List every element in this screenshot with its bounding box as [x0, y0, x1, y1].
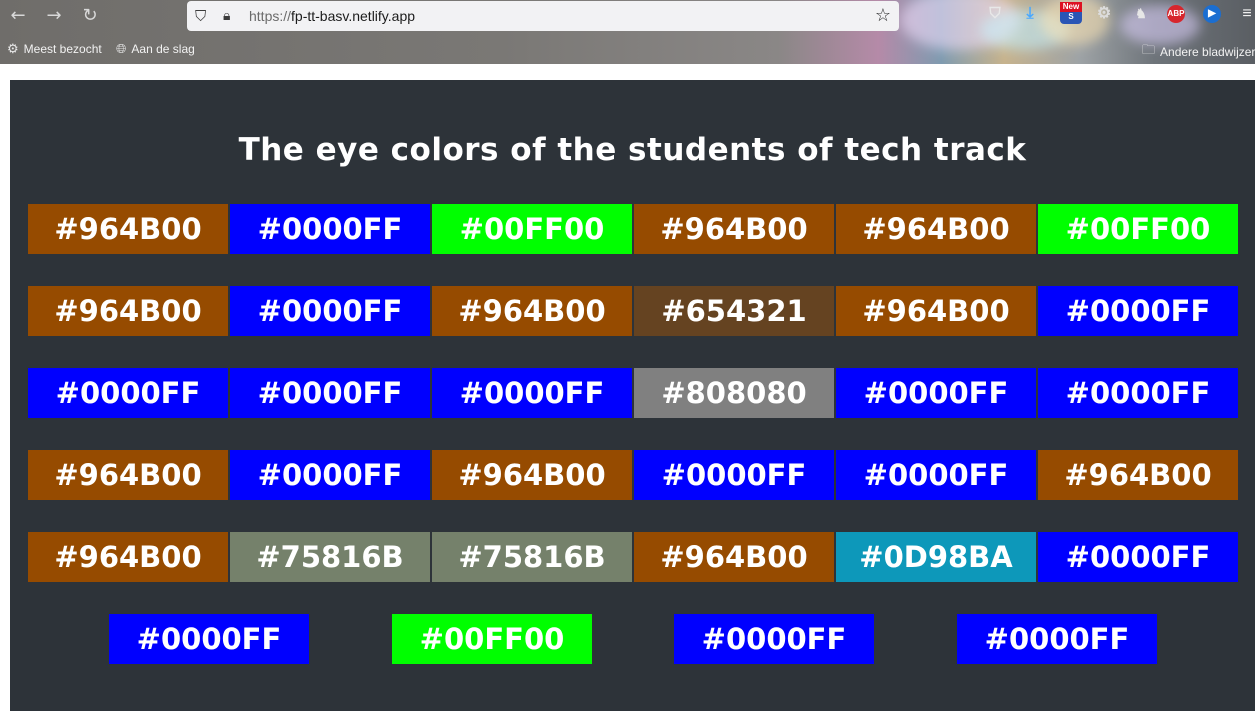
back-arrow-icon[interactable]: ← — [6, 4, 30, 28]
bookmark-meest-bezocht[interactable]: ⚙ Meest bezocht — [7, 41, 102, 57]
url-text[interactable]: https://fp-tt-basv.netlify.app — [249, 8, 415, 24]
folder-icon: 🗀 — [1142, 42, 1156, 57]
bookmarks-bar: ⚙ Meest bezocht 🌐︎ Aan de slag 🗀 Andere … — [0, 38, 1255, 60]
color-swatch: #0000FF — [230, 286, 430, 336]
color-swatch: #0000FF — [674, 614, 874, 664]
abp-icon[interactable]: ABP — [1167, 5, 1185, 23]
bookmark-aan-de-slag[interactable]: 🌐︎ Aan de slag — [116, 41, 195, 57]
news-extension-icon[interactable]: New S — [1060, 2, 1082, 24]
shield-icon[interactable]: ⛉ — [195, 7, 211, 25]
pocket-icon[interactable]: ⛉ — [986, 5, 1004, 23]
color-swatch: #0000FF — [109, 614, 309, 664]
color-swatch: #964B00 — [28, 204, 228, 254]
page-title: The eye colors of the students of tech t… — [238, 132, 1027, 168]
download-icon[interactable]: ⤓ — [1021, 5, 1039, 23]
color-swatch: #964B00 — [836, 204, 1036, 254]
globe-icon: 🌐︎ — [116, 41, 127, 56]
color-swatch: #00FF00 — [392, 614, 592, 664]
browser-chrome: ← → ↻ ⛉ 🔒︎ https://fp-tt-basv.netlify.ap… — [0, 0, 1255, 64]
forward-arrow-icon[interactable]: → — [42, 4, 66, 28]
menu-icon[interactable]: ≡ — [1238, 5, 1255, 23]
reload-icon[interactable]: ↻ — [78, 4, 102, 28]
color-swatch: #0000FF — [230, 450, 430, 500]
play-extension-icon[interactable]: ▶ — [1203, 5, 1221, 23]
color-swatch: #964B00 — [28, 450, 228, 500]
color-swatch: #964B00 — [432, 450, 632, 500]
lock-icon[interactable]: 🔒︎ — [223, 7, 237, 25]
color-swatch: #0000FF — [836, 450, 1036, 500]
color-swatch: #0000FF — [634, 450, 834, 500]
color-swatch: #0000FF — [1038, 532, 1238, 582]
color-swatch: #75816B — [230, 532, 430, 582]
bookmark-star-icon[interactable]: ☆ — [875, 5, 891, 26]
extension-icon[interactable]: ♞ — [1132, 5, 1150, 23]
color-swatch: #964B00 — [634, 532, 834, 582]
color-swatch: #964B00 — [1038, 450, 1238, 500]
color-swatch: #75816B — [432, 532, 632, 582]
settings-extension-icon[interactable]: ⚙ — [1095, 5, 1113, 23]
color-swatch: #0000FF — [1038, 368, 1238, 418]
color-swatch: #0000FF — [230, 368, 430, 418]
color-swatch: #0000FF — [957, 614, 1157, 664]
address-bar[interactable]: ⛉ 🔒︎ https://fp-tt-basv.netlify.app ☆ — [187, 1, 899, 31]
color-swatch: #0000FF — [836, 368, 1036, 418]
color-swatch: #00FF00 — [432, 204, 632, 254]
color-swatch: #00FF00 — [1038, 204, 1238, 254]
page-top-margin — [0, 64, 1255, 80]
other-bookmarks[interactable]: 🗀 Andere bladwijzers — [1142, 41, 1255, 63]
color-swatch: #0000FF — [28, 368, 228, 418]
color-swatch: #964B00 — [28, 286, 228, 336]
eye-colors-panel: The eye colors of the students of tech t… — [10, 80, 1255, 711]
color-swatch: #654321 — [634, 286, 834, 336]
color-swatch: #808080 — [634, 368, 834, 418]
color-swatch: #964B00 — [432, 286, 632, 336]
color-swatch: #0000FF — [432, 368, 632, 418]
color-swatch: #964B00 — [836, 286, 1036, 336]
color-swatch: #964B00 — [28, 532, 228, 582]
color-swatch: #0000FF — [1038, 286, 1238, 336]
gear-icon: ⚙ — [7, 41, 19, 56]
color-swatch: #0D98BA — [836, 532, 1036, 582]
color-swatch: #964B00 — [634, 204, 834, 254]
color-swatch: #0000FF — [230, 204, 430, 254]
